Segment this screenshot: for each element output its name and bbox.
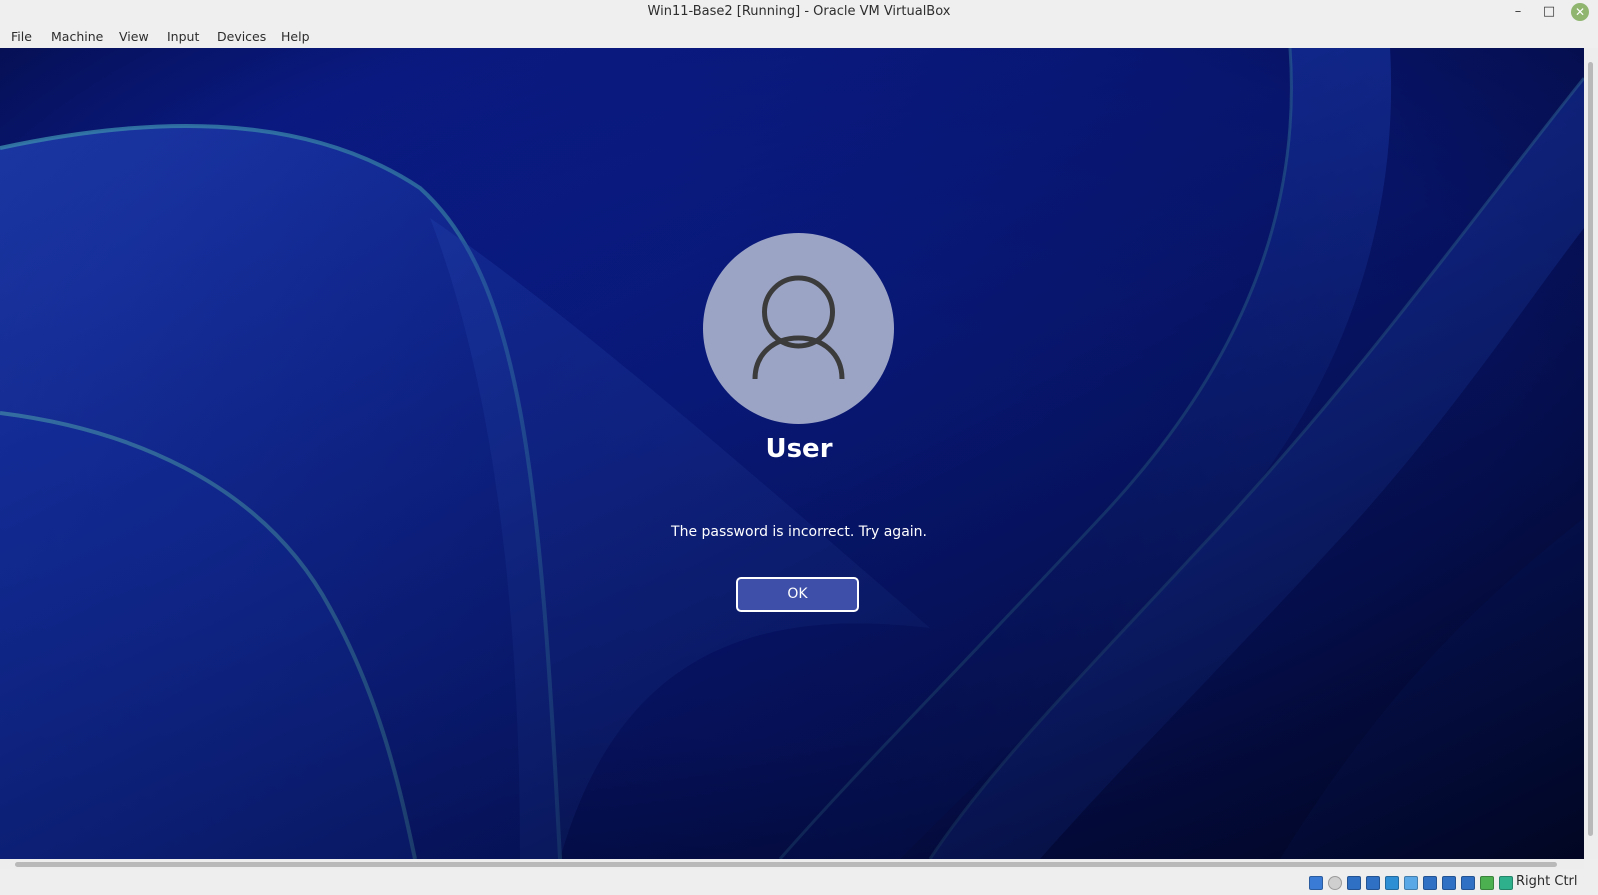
mouse-integration-icon[interactable] — [1480, 876, 1494, 890]
vm-display[interactable]: User The password is incorrect. Try agai… — [0, 48, 1584, 859]
menu-devices[interactable]: Devices — [217, 29, 266, 44]
menu-input[interactable]: Input — [167, 29, 199, 44]
host-key-label: Right Ctrl — [1516, 874, 1578, 889]
hard-disk-icon[interactable] — [1309, 876, 1323, 890]
shared-folders-icon[interactable] — [1404, 876, 1418, 890]
display-icon[interactable] — [1423, 876, 1437, 890]
video-capture-icon[interactable] — [1442, 876, 1456, 890]
virtualbox-window: Win11-Base2 [Running] - Oracle VM Virtua… — [0, 0, 1598, 895]
audio-icon[interactable] — [1347, 876, 1361, 890]
user-avatar — [703, 233, 894, 424]
maximize-button[interactable]: □ — [1539, 3, 1559, 21]
person-icon — [752, 275, 845, 380]
horizontal-scrollbar-thumb[interactable] — [15, 862, 1557, 867]
keyboard-capture-icon[interactable] — [1499, 876, 1513, 890]
vertical-scrollbar-thumb[interactable] — [1588, 62, 1593, 836]
menu-machine[interactable]: Machine — [51, 29, 103, 44]
menu-file[interactable]: File — [11, 29, 32, 44]
status-bar: Right Ctrl — [0, 869, 1598, 895]
menu-help[interactable]: Help — [281, 29, 310, 44]
menu-bar: File Machine View Input Devices Help — [0, 25, 1598, 48]
ok-button[interactable]: OK — [736, 577, 859, 612]
title-bar[interactable]: Win11-Base2 [Running] - Oracle VM Virtua… — [0, 0, 1598, 25]
optical-drive-icon[interactable] — [1328, 876, 1342, 890]
window-title: Win11-Base2 [Running] - Oracle VM Virtua… — [647, 4, 951, 19]
menu-view[interactable]: View — [119, 29, 149, 44]
vertical-scrollbar[interactable] — [1584, 48, 1598, 859]
user-name: User — [765, 434, 833, 464]
cpu-icon[interactable] — [1461, 876, 1475, 890]
error-message: The password is incorrect. Try again. — [671, 524, 927, 540]
network-icon[interactable] — [1366, 876, 1380, 890]
minimize-button[interactable]: – — [1508, 3, 1528, 21]
usb-icon[interactable] — [1385, 876, 1399, 890]
close-button[interactable]: ✕ — [1571, 3, 1589, 21]
horizontal-scrollbar[interactable] — [0, 859, 1584, 869]
